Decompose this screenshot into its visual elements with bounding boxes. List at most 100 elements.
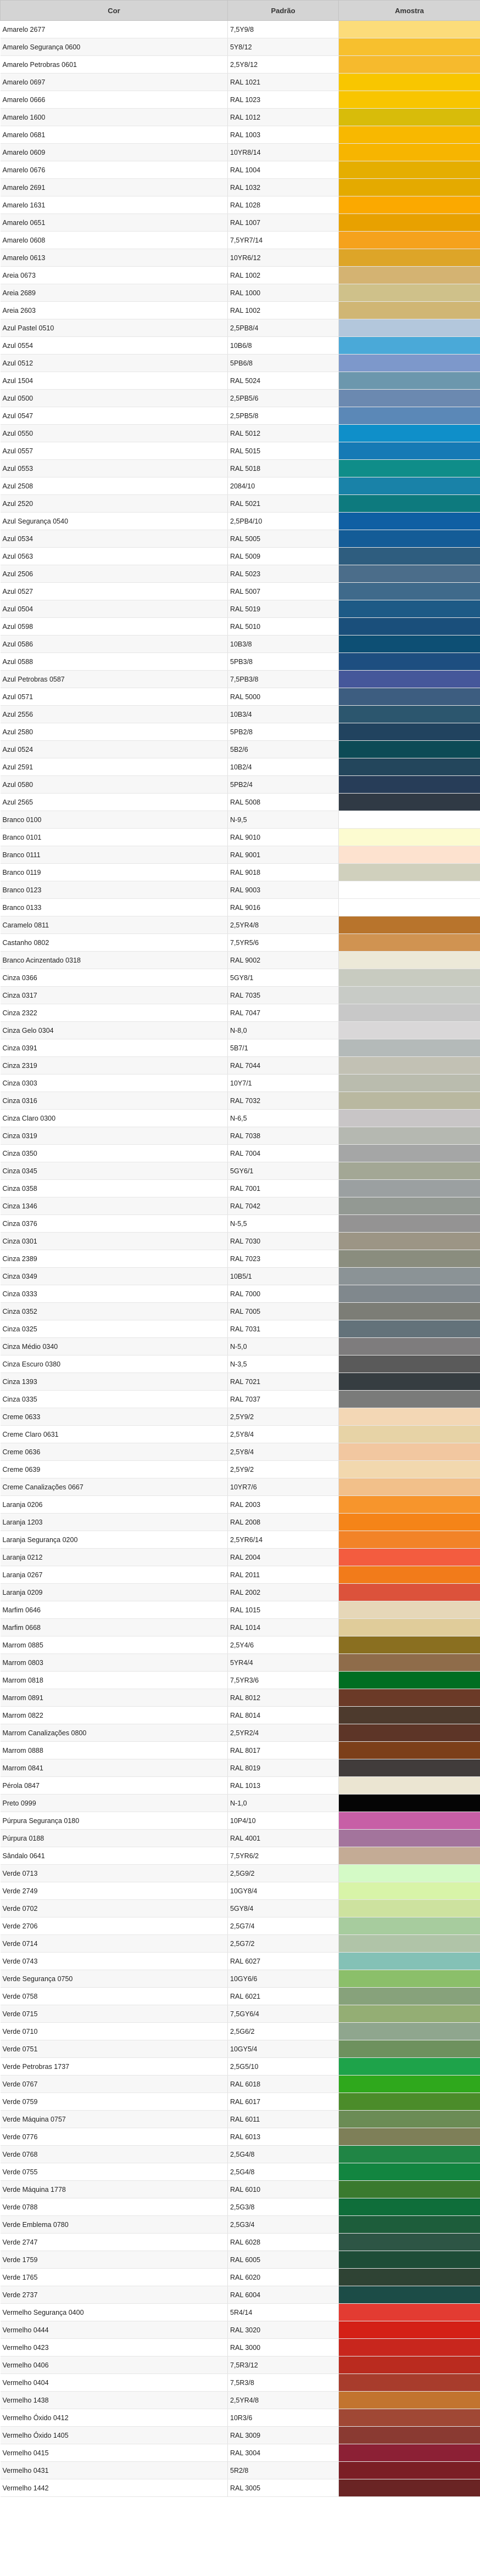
- table-row: Verde 0702 5GY8/4: [0, 1899, 480, 1917]
- table-row: Laranja Segurança 0200 2,5YR6/14: [0, 1531, 480, 1549]
- cor-cell: Branco 0101: [0, 828, 228, 846]
- cor-cell: Verde 0755: [0, 2163, 228, 2181]
- padrao-cell: RAL 6013: [227, 2128, 339, 2146]
- table-row: Sândalo 0641 7,5YR6/2: [0, 1847, 480, 1865]
- table-row: Azul 0512 5PB6/8: [0, 354, 480, 372]
- color-swatch: [338, 1548, 480, 1566]
- table-row: Cinza 0316 RAL 7032: [0, 1092, 480, 1110]
- cor-cell: Cinza 0376: [0, 1214, 228, 1233]
- padrao-cell: RAL 7044: [227, 1056, 339, 1075]
- table-row: Amarelo 0697 RAL 1021: [0, 73, 480, 91]
- color-swatch: [338, 1250, 480, 1268]
- padrao-cell: RAL 3009: [227, 2426, 339, 2444]
- table-row: Branco 0123 RAL 9003: [0, 881, 480, 899]
- padrao-cell: RAL 9002: [227, 951, 339, 969]
- table-row: Azul Pastel 0510 2,5PB8/4: [0, 319, 480, 337]
- color-swatch: [338, 1162, 480, 1180]
- cor-cell: Vermelho 0415: [0, 2444, 228, 2462]
- color-swatch: [338, 1285, 480, 1303]
- color-swatch: [338, 1934, 480, 1953]
- table-row: Amarelo 1631 RAL 1028: [0, 196, 480, 214]
- table-row: Amarelo 0608 7,5YR7/14: [0, 231, 480, 249]
- cor-cell: Amarelo 0681: [0, 126, 228, 144]
- padrao-cell: RAL 9001: [227, 846, 339, 864]
- table-row: Azul 2556 10B3/4: [0, 705, 480, 723]
- padrao-cell: RAL 1032: [227, 178, 339, 196]
- table-row: Verde 0755 2,5G4/8: [0, 2163, 480, 2181]
- color-swatch: [338, 1952, 480, 1970]
- table-row: Cinza 0366 5GY8/1: [0, 969, 480, 987]
- color-swatch: [338, 2180, 480, 2198]
- cor-cell: Verde 2737: [0, 2286, 228, 2304]
- color-swatch: [338, 1864, 480, 1882]
- cor-cell: Cinza Gelo 0304: [0, 1021, 228, 1039]
- color-swatch: [338, 336, 480, 355]
- cor-cell: Azul 2580: [0, 723, 228, 741]
- cor-cell: Laranja 1203: [0, 1513, 228, 1531]
- table-row: Branco 0111 RAL 9001: [0, 846, 480, 864]
- padrao-cell: RAL 1014: [227, 1618, 339, 1636]
- padrao-cell: 7,5R3/8: [227, 2373, 339, 2392]
- table-row: Azul 2508 2084/10: [0, 477, 480, 495]
- color-swatch: [338, 1390, 480, 1408]
- table-row: Amarelo 0609 10YR8/14: [0, 143, 480, 161]
- cor-cell: Marrom 0803: [0, 1653, 228, 1672]
- color-swatch: [338, 582, 480, 600]
- cor-cell: Amarelo 0613: [0, 249, 228, 267]
- padrao-cell: 2,5G4/8: [227, 2145, 339, 2163]
- padrao-cell: RAL 2002: [227, 1583, 339, 1601]
- table-row: Azul 0550 RAL 5012: [0, 424, 480, 442]
- color-swatch: [338, 2093, 480, 2111]
- color-swatch: [338, 1829, 480, 1847]
- cor-cell: Cinza 0358: [0, 1179, 228, 1197]
- padrao-cell: RAL 5008: [227, 793, 339, 811]
- cor-cell: Branco 0111: [0, 846, 228, 864]
- table-row: Cinza 0391 5B7/1: [0, 1039, 480, 1057]
- color-swatch: [338, 55, 480, 74]
- cor-cell: Branco 0100: [0, 811, 228, 829]
- table-row: Azul 0553 RAL 5018: [0, 459, 480, 477]
- color-swatch: [338, 933, 480, 952]
- padrao-cell: N-6,5: [227, 1109, 339, 1127]
- cor-cell: Verde Máquina 0757: [0, 2110, 228, 2128]
- color-swatch: [338, 1882, 480, 1900]
- color-swatch: [338, 828, 480, 846]
- cor-cell: Verde Petrobras 1737: [0, 2057, 228, 2076]
- table-row: Marrom 0891 RAL 8012: [0, 1689, 480, 1707]
- cor-cell: Marfim 0668: [0, 1618, 228, 1636]
- padrao-cell: 2,5YR6/14: [227, 1531, 339, 1549]
- cor-cell: Verde 1759: [0, 2251, 228, 2269]
- cor-cell: Branco 0123: [0, 881, 228, 899]
- color-swatch: [338, 178, 480, 196]
- cor-cell: Verde 1765: [0, 2268, 228, 2286]
- color-swatch: [338, 705, 480, 723]
- color-swatch: [338, 1741, 480, 1759]
- cor-cell: Marfim 0646: [0, 1601, 228, 1619]
- cor-cell: Vermelho 0431: [0, 2461, 228, 2479]
- color-swatch: [338, 2391, 480, 2409]
- padrao-cell: RAL 6021: [227, 1987, 339, 2005]
- cor-cell: Amarelo 0666: [0, 91, 228, 109]
- padrao-cell: RAL 1004: [227, 161, 339, 179]
- padrao-cell: 7,5Y9/8: [227, 20, 339, 38]
- table-row: Areia 0673 RAL 1002: [0, 266, 480, 284]
- padrao-cell: RAL 2008: [227, 1513, 339, 1531]
- table-row: Azul 2591 10B2/4: [0, 758, 480, 776]
- table-row: Vermelho 0404 7,5R3/8: [0, 2373, 480, 2392]
- padrao-cell: RAL 5015: [227, 442, 339, 460]
- table-row: Marrom 0818 7,5YR3/6: [0, 1671, 480, 1689]
- cor-cell: Azul 0598: [0, 617, 228, 635]
- cor-cell: Azul 0586: [0, 635, 228, 653]
- table-row: Azul 0586 10B3/8: [0, 635, 480, 653]
- table-row: Marrom 0822 RAL 8014: [0, 1706, 480, 1724]
- table-row: Verde Petrobras 1737 2,5G5/10: [0, 2057, 480, 2076]
- padrao-cell: 5B7/1: [227, 1039, 339, 1057]
- color-swatch: [338, 670, 480, 688]
- padrao-cell: 2,5G7/4: [227, 1917, 339, 1935]
- padrao-cell: 10YR7/6: [227, 1478, 339, 1496]
- table-row: Vermelho 1438 2,5YR4/8: [0, 2391, 480, 2409]
- table-row: Verde 0715 7,5GY6/4: [0, 2005, 480, 2023]
- cor-cell: Azul 0512: [0, 354, 228, 372]
- table-row: Azul Petrobras 0587 7,5PB3/8: [0, 670, 480, 688]
- cor-cell: Azul 0527: [0, 582, 228, 600]
